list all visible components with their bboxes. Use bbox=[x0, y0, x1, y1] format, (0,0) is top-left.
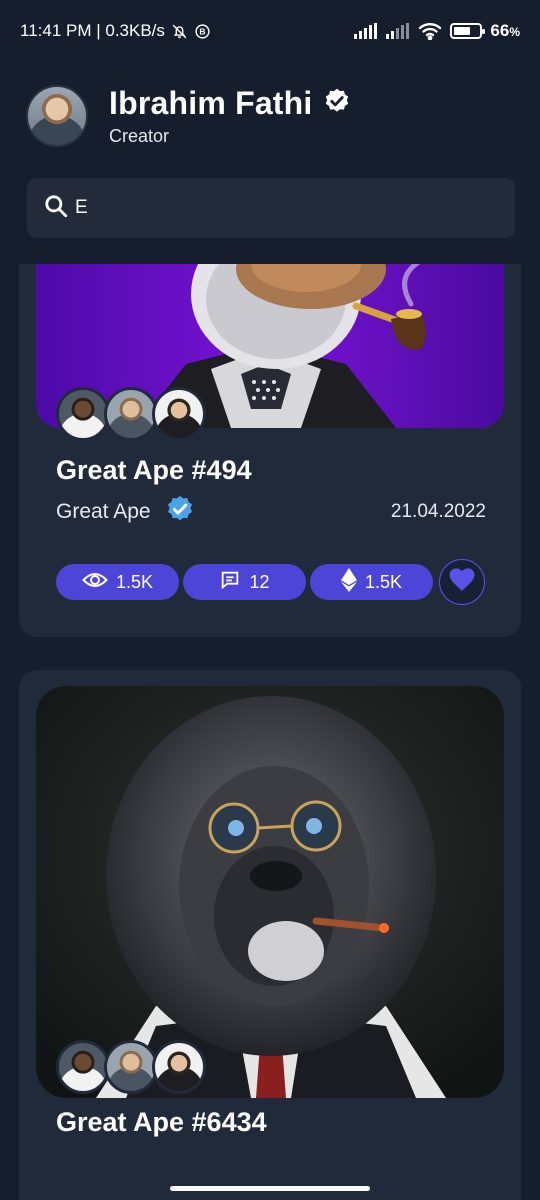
owner-avatar[interactable] bbox=[56, 387, 110, 441]
like-button[interactable] bbox=[439, 559, 485, 605]
battery-percent: 66% bbox=[490, 21, 520, 40]
nft-title[interactable]: Great Ape #494 bbox=[56, 455, 252, 486]
views-pill[interactable]: 1.5K bbox=[56, 564, 179, 600]
owner-avatar[interactable] bbox=[104, 387, 158, 441]
collection-label: Great Ape bbox=[56, 500, 151, 523]
owner-avatar[interactable] bbox=[152, 1040, 206, 1094]
battery-level bbox=[454, 27, 471, 35]
profile-text: Ibrahim Fathi Creator bbox=[109, 85, 351, 147]
profile-name: Ibrahim Fathi bbox=[109, 85, 313, 121]
b-badge-icon: B bbox=[194, 23, 211, 40]
profile-header: Ibrahim Fathi Creator bbox=[26, 84, 516, 148]
search-bar[interactable] bbox=[27, 178, 515, 238]
comments-count: 12 bbox=[249, 571, 270, 592]
collection-name[interactable]: Great Ape bbox=[56, 494, 195, 530]
nft-stats: 1.5K 12 1.5K bbox=[56, 559, 485, 605]
owner-avatar[interactable] bbox=[152, 387, 206, 441]
wifi-icon bbox=[418, 22, 442, 40]
profile-role: Creator bbox=[109, 126, 170, 146]
signal-icon bbox=[354, 23, 378, 39]
owner-avatar[interactable] bbox=[56, 1040, 110, 1094]
status-right: 66% bbox=[354, 21, 520, 41]
search-icon bbox=[43, 193, 69, 224]
search-input[interactable] bbox=[75, 197, 475, 219]
owner-avatar[interactable] bbox=[104, 1040, 158, 1094]
nft-meta: Great Ape 21.04.2022 bbox=[56, 494, 486, 530]
owner-avatars bbox=[56, 1040, 206, 1094]
nft-card[interactable]: Great Ape #494 Great Ape 21.04.2022 1.5K… bbox=[19, 264, 521, 637]
verified-badge-icon bbox=[323, 87, 351, 120]
price-value: 1.5K bbox=[364, 571, 403, 592]
status-bar: 11:41 PM | 0.3KB/s B 66% bbox=[0, 0, 540, 62]
home-indicator[interactable] bbox=[170, 1186, 370, 1191]
heart-icon bbox=[449, 567, 475, 597]
eye-icon bbox=[82, 571, 108, 594]
mute-bell-icon bbox=[171, 23, 188, 40]
owner-avatars bbox=[56, 387, 206, 441]
views-count: 1.5K bbox=[115, 571, 154, 592]
price-pill[interactable]: 1.5K bbox=[310, 564, 433, 600]
comment-icon bbox=[219, 569, 241, 596]
nft-feed[interactable]: Great Ape #494 Great Ape 21.04.2022 1.5K… bbox=[0, 264, 540, 1200]
svg-text:B: B bbox=[199, 26, 205, 36]
ethereum-icon bbox=[340, 567, 357, 597]
nft-date: 21.04.2022 bbox=[390, 501, 486, 522]
battery-icon bbox=[450, 23, 486, 39]
verified-badge-icon bbox=[165, 494, 195, 530]
comments-pill[interactable]: 12 bbox=[183, 564, 306, 600]
avatar[interactable] bbox=[26, 85, 88, 147]
nft-image[interactable] bbox=[36, 686, 504, 1098]
status-left: 11:41 PM | 0.3KB/s B bbox=[20, 21, 211, 41]
profile-name-row: Ibrahim Fathi bbox=[109, 85, 351, 122]
nft-card[interactable]: Great Ape #6434 bbox=[19, 670, 521, 1200]
signal-weak-icon bbox=[386, 23, 410, 39]
status-time-network: 11:41 PM | 0.3KB/s bbox=[20, 21, 165, 40]
nft-title[interactable]: Great Ape #6434 bbox=[56, 1107, 267, 1138]
